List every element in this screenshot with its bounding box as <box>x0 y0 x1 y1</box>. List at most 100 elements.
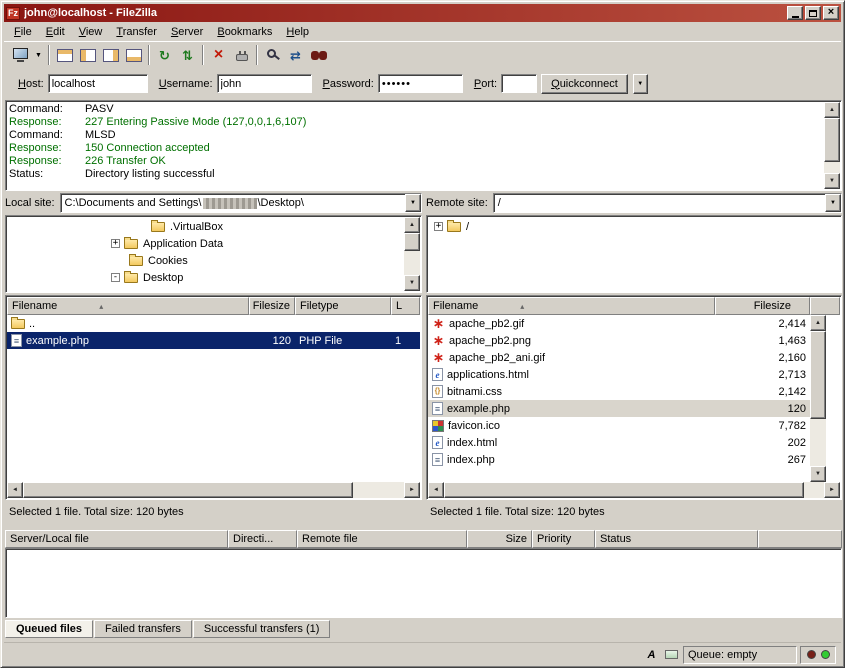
column-header-filesize[interactable]: Filesize <box>715 297 810 315</box>
menu-server[interactable]: Server <box>164 24 210 40</box>
refresh-button[interactable]: ↻ <box>153 44 176 66</box>
column-header-priority[interactable]: Priority <box>532 530 595 548</box>
speed-limit-icon[interactable] <box>663 647 680 663</box>
toggle-remote-tree-button[interactable] <box>99 44 122 66</box>
column-header-filesize[interactable]: Filesize <box>249 297 295 315</box>
tree-item[interactable]: .VirtualBox <box>7 218 403 235</box>
file-row[interactable]: applications.html2,713 <box>428 366 810 383</box>
scroll-thumb[interactable] <box>810 331 826 419</box>
menu-file[interactable]: File <box>7 24 39 40</box>
tree-item[interactable]: Cookies <box>7 252 403 269</box>
file-row-parent-dir[interactable]: .. <box>7 315 420 332</box>
site-manager-button[interactable] <box>9 44 32 66</box>
quickconnect-button[interactable]: Quickconnect <box>541 74 628 94</box>
transfer-type-icon[interactable]: A <box>643 647 660 663</box>
file-row-selected[interactable]: example.php 120 PHP File 1 <box>7 332 420 349</box>
password-input[interactable] <box>378 74 463 93</box>
host-input[interactable] <box>48 74 148 93</box>
queue-list[interactable] <box>5 548 842 618</box>
maximize-button[interactable] <box>805 6 821 20</box>
scroll-right-button[interactable]: ► <box>824 482 840 498</box>
quickconnect-dropdown-button[interactable]: ▼ <box>633 74 648 94</box>
log-vertical-scrollbar[interactable]: ▲ ▼ <box>824 102 840 189</box>
column-header-remote-file[interactable]: Remote file <box>297 530 467 548</box>
path-suffix: \Desktop\ <box>258 197 304 209</box>
log-prefix: Response: <box>9 142 85 155</box>
tree-expander-icon[interactable]: + <box>434 222 443 231</box>
synchronized-browsing-button[interactable]: ⇄ <box>284 44 307 66</box>
log-line: Response:227 Entering Passive Mode (127,… <box>9 116 823 129</box>
file-type-cell: PHP File <box>295 332 391 349</box>
file-row[interactable]: index.html202 <box>428 434 810 451</box>
scroll-left-button[interactable]: ◄ <box>428 482 444 498</box>
file-row[interactable]: index.php267 <box>428 451 810 468</box>
port-input[interactable] <box>501 74 537 93</box>
toggle-message-log-button[interactable] <box>53 44 76 66</box>
file-row[interactable]: apache_pb2.gif2,414 <box>428 315 810 332</box>
scroll-left-button[interactable]: ◄ <box>7 482 23 498</box>
minimize-button[interactable] <box>787 6 803 20</box>
scroll-up-button[interactable]: ▲ <box>810 315 826 331</box>
tab-successful-transfers[interactable]: Successful transfers (1) <box>193 620 331 638</box>
close-button[interactable]: × <box>823 6 839 20</box>
scroll-thumb[interactable] <box>404 233 420 251</box>
find-files-button[interactable] <box>307 44 330 66</box>
menu-transfer[interactable]: Transfer <box>109 24 164 40</box>
file-row[interactable]: favicon.ico7,782 <box>428 417 810 434</box>
tree-expander-icon[interactable]: - <box>111 273 120 282</box>
remote-vertical-scrollbar[interactable]: ▲ ▼ <box>810 315 826 482</box>
toggle-queue-button[interactable] <box>122 44 145 66</box>
file-name-cell: .. <box>7 315 249 332</box>
username-input[interactable] <box>217 74 312 93</box>
combo-dropdown-button[interactable]: ▼ <box>405 194 421 212</box>
tree-item[interactable]: +Application Data <box>7 235 403 252</box>
file-row-selected[interactable]: example.php120 <box>428 400 810 417</box>
file-row[interactable]: apache_pb2.png1,463 <box>428 332 810 349</box>
tab-queued-files[interactable]: Queued files <box>5 620 93 638</box>
column-header-filename[interactable]: Filename▴ <box>428 297 715 315</box>
menu-edit[interactable]: Edit <box>39 24 72 40</box>
remote-horizontal-scrollbar[interactable]: ◄ ► <box>428 482 840 498</box>
menu-help[interactable]: Help <box>279 24 316 40</box>
column-header-last-modified[interactable]: L <box>391 297 420 315</box>
column-header-status[interactable]: Status <box>595 530 758 548</box>
combo-dropdown-button[interactable]: ▼ <box>825 194 841 212</box>
tree-expander-icon[interactable]: + <box>111 239 120 248</box>
file-row[interactable]: bitnami.css2,142 <box>428 383 810 400</box>
local-tree-scrollbar[interactable]: ▲ ▼ <box>404 217 420 291</box>
menu-view[interactable]: View <box>72 24 110 40</box>
process-queue-button[interactable]: ⇅ <box>176 44 199 66</box>
file-name: favicon.ico <box>448 420 500 432</box>
scroll-thumb[interactable] <box>824 118 840 162</box>
disconnect-button[interactable] <box>230 44 253 66</box>
queue-header: Server/Local file Directi... Remote file… <box>5 530 842 548</box>
redacted-username <box>203 198 257 209</box>
title-bar[interactable]: Fz john@localhost - FileZilla × <box>4 4 841 22</box>
menu-bookmarks[interactable]: Bookmarks <box>210 24 279 40</box>
scroll-up-button[interactable]: ▲ <box>404 217 420 233</box>
scroll-right-button[interactable]: ► <box>404 482 420 498</box>
site-manager-dropdown-button[interactable]: ▼ <box>32 44 45 66</box>
column-header-size[interactable]: Size <box>467 530 532 548</box>
scroll-down-button[interactable]: ▼ <box>824 173 840 189</box>
remote-site-combobox[interactable]: / ▼ <box>493 193 842 213</box>
cancel-transfer-button[interactable]: × <box>207 44 230 66</box>
tree-item[interactable]: -Desktop <box>7 269 403 286</box>
column-header-server-local-file[interactable]: Server/Local file <box>5 530 228 548</box>
scroll-thumb[interactable] <box>23 482 353 498</box>
tree-item[interactable]: +/ <box>428 218 839 235</box>
scroll-down-button[interactable]: ▼ <box>810 466 826 482</box>
file-row[interactable]: apache_pb2_ani.gif2,160 <box>428 349 810 366</box>
directory-comparison-button[interactable] <box>261 44 284 66</box>
scroll-thumb[interactable] <box>444 482 804 498</box>
column-header-direction[interactable]: Directi... <box>228 530 297 548</box>
column-header-filename[interactable]: Filename▴ <box>7 297 249 315</box>
column-header-filetype[interactable]: Filetype <box>295 297 391 315</box>
scroll-down-button[interactable]: ▼ <box>404 275 420 291</box>
tab-failed-transfers[interactable]: Failed transfers <box>94 620 192 638</box>
toggle-local-tree-button[interactable] <box>76 44 99 66</box>
message-log-content: Command:PASV Response:227 Entering Passi… <box>9 103 823 188</box>
local-site-combobox[interactable]: C:\Documents and Settings\\Desktop\ ▼ <box>60 193 422 213</box>
local-horizontal-scrollbar[interactable]: ◄ ► <box>7 482 420 498</box>
scroll-up-button[interactable]: ▲ <box>824 102 840 118</box>
